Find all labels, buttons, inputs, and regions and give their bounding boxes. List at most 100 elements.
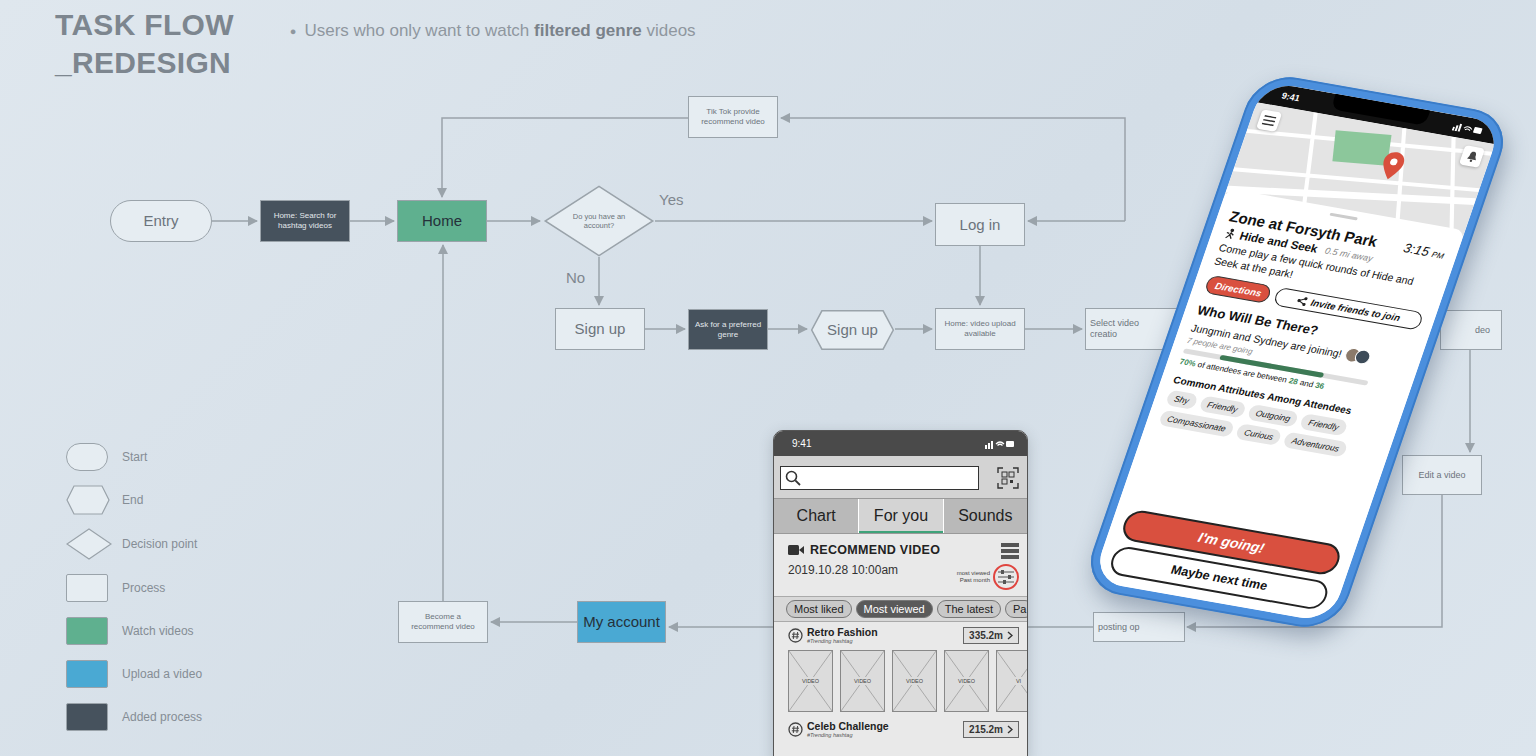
legend-shape	[66, 660, 112, 688]
legend-item: Upload a video	[66, 659, 202, 689]
flow-node: Sign up	[555, 308, 645, 350]
video-thumbnail[interactable]: VIDEO	[840, 650, 885, 712]
attribute-tag: Shy	[1165, 390, 1198, 410]
attribute-tag: Outgoing	[1246, 404, 1299, 428]
placeholder-cross	[997, 651, 1028, 711]
node-label: Edit a video	[1413, 470, 1470, 481]
slide-header: TASK FLOW_REDESIGN ● Users who only want…	[0, 0, 1536, 81]
node-label: Log in	[955, 216, 1006, 234]
node-label: Home: Search for hashtag videos	[260, 211, 350, 230]
view-count[interactable]: 335.2m	[963, 627, 1019, 644]
filter-button[interactable]	[993, 564, 1019, 590]
flow-node: deo	[1440, 310, 1502, 350]
legend-item: End	[66, 485, 202, 515]
attendee-avatars[interactable]	[1343, 347, 1373, 366]
node-label: Home: video upload available	[935, 319, 1025, 338]
edge-label: Yes	[659, 191, 683, 208]
layout-icon[interactable]	[1001, 543, 1019, 559]
node-label: deo	[1470, 325, 1502, 336]
sort-chip[interactable]: Pa	[1005, 600, 1027, 618]
phone-screen: 9:41 Zone at Forsyth Park 3:15 PM Hide a…	[1092, 81, 1502, 623]
hide-and-seek-icon	[1222, 227, 1238, 241]
sort-chip[interactable]: The latest	[937, 600, 1001, 618]
flow-arrow	[598, 257, 600, 305]
flow-arrow	[768, 328, 807, 330]
legend-label: Start	[122, 450, 147, 464]
event-time: 3:15 PM	[1402, 240, 1447, 261]
hashtag-row[interactable]: Celeb Challenge #Trending hashtag 215.2m	[788, 720, 1027, 738]
flow-node: Edit a video	[1402, 455, 1482, 495]
flow-arrow	[491, 621, 577, 623]
flow-arrow	[979, 246, 981, 305]
flow-arrow	[1028, 220, 1125, 222]
hashtag-name: Celeb Challenge	[807, 720, 959, 732]
flow-node: posting op	[1093, 612, 1185, 642]
flow-arrow	[487, 220, 540, 222]
flow-node: My account	[577, 601, 666, 643]
video-thumbnail[interactable]: VIDEO	[788, 650, 833, 712]
attribute-tag: Friendly	[1198, 396, 1247, 419]
hashtag-icon	[788, 628, 803, 643]
flow-node: Home: Search for hashtag videos	[260, 200, 350, 242]
tab[interactable]: Chart	[774, 499, 858, 533]
search-row	[774, 456, 1027, 498]
hashtag-icon	[788, 722, 803, 737]
slide: TASK FLOW_REDESIGN ● Users who only want…	[0, 0, 1536, 756]
tab-bar: ChartFor youSounds	[774, 498, 1027, 534]
flow-node: Home: video upload available	[935, 308, 1025, 350]
sheet-handle[interactable]	[1329, 213, 1358, 221]
legend-item: Added process	[66, 702, 202, 732]
slide-subtitle: ● Users who only want to watch filtered …	[290, 6, 696, 41]
video-thumbnail[interactable]: VIDEO	[944, 650, 989, 712]
node-label: Become a recommend video	[398, 612, 488, 631]
edge-label: No	[566, 269, 585, 286]
flow-arrow	[212, 220, 257, 222]
legend-item: Decision point	[66, 528, 202, 560]
flow-arrow	[645, 328, 685, 330]
bell-icon	[1465, 150, 1480, 163]
flow-arrow	[1025, 328, 1082, 330]
qr-scan-icon[interactable]	[997, 467, 1019, 489]
tab[interactable]: Sounds	[943, 499, 1027, 533]
legend-shape	[66, 617, 112, 645]
node-label: Sign up	[570, 320, 631, 338]
flow-arrow	[442, 245, 444, 601]
search-field[interactable]	[780, 466, 979, 490]
legend-shape	[66, 703, 112, 731]
flow-arrow	[1469, 350, 1471, 452]
slide-title: TASK FLOW_REDESIGN	[55, 6, 234, 81]
sort-label: most viewed	[957, 570, 990, 577]
status-icons	[1452, 121, 1485, 135]
flow-node: Tik Tok provide recommend video	[688, 96, 778, 138]
hashtag-row[interactable]: Retro Fashion #Trending hashtag 335.2m V…	[788, 626, 1027, 712]
hashtag-name: Retro Fashion	[807, 626, 959, 638]
hamburger-icon	[1262, 115, 1277, 127]
video-thumbnail[interactable]: VI	[996, 650, 1028, 712]
flow-node: Entry	[110, 200, 212, 242]
section-date: 2019.10.28 10:00am	[788, 563, 940, 577]
legend-shape	[66, 443, 112, 471]
sort-chip[interactable]: Most liked	[786, 600, 852, 618]
flow-arrow	[350, 220, 394, 222]
flow-node: Sign up	[810, 310, 895, 350]
video-thumbnail[interactable]: VIDEO	[892, 650, 937, 712]
chevron-right-icon	[1007, 631, 1013, 640]
flow-arrow	[442, 118, 688, 197]
flow-node: Home	[397, 200, 487, 242]
node-label: posting op	[1093, 622, 1145, 633]
legend-label: Watch videos	[122, 624, 194, 638]
directions-button[interactable]: Directions	[1203, 275, 1273, 304]
tab[interactable]: For you	[858, 499, 942, 533]
hashtag-subtitle: #Trending hashtag	[807, 638, 959, 644]
event-phone-mockup: 9:41 Zone at Forsyth Park 3:15 PM Hide a…	[1080, 71, 1514, 633]
video-camera-icon	[788, 544, 804, 556]
view-count[interactable]: 215.2m	[963, 721, 1019, 738]
node-label: Select video creatio	[1085, 318, 1159, 340]
node-label: Ask for a preferred genre	[688, 320, 768, 339]
title-line: _REDESIGN	[55, 44, 234, 82]
sort-chip[interactable]: Most viewed	[856, 600, 933, 618]
legend-shape	[66, 574, 112, 602]
attribute-tag: Adventurous	[1282, 432, 1348, 458]
legend-shape	[66, 485, 112, 515]
hashtag-list: Retro Fashion #Trending hashtag 335.2m V…	[774, 622, 1027, 738]
